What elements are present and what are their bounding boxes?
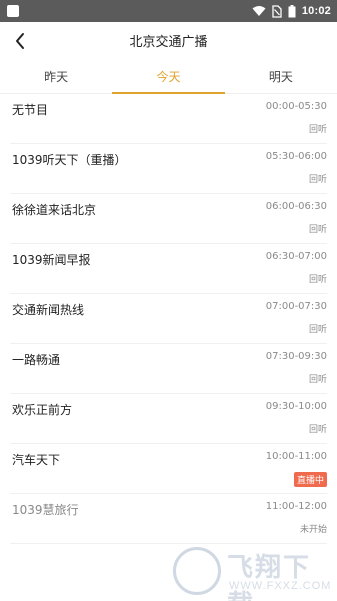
program-name: 一路畅通 — [12, 353, 61, 367]
app-header: 北京交通广播 — [0, 22, 337, 60]
program-time: 07:00-07:30 — [265, 301, 327, 312]
program-name: 汽车天下 — [12, 453, 61, 467]
program-name: 无节目 — [12, 103, 49, 117]
replay-label[interactable]: 回听 — [309, 172, 327, 185]
program-row[interactable]: 交通新闻热线 07:00-07:30 回听 — [10, 294, 327, 344]
tab-yesterday[interactable]: 昨天 — [0, 60, 112, 93]
wifi-icon — [252, 6, 266, 16]
program-time: 05:30-06:00 — [265, 151, 327, 162]
program-time: 09:30-10:00 — [265, 401, 327, 412]
program-time: 11:00-12:00 — [265, 501, 327, 512]
watermark-text: 飞翔下载 — [227, 553, 312, 601]
replay-label[interactable]: 回听 — [309, 222, 327, 235]
status-bar: 10:02 — [0, 0, 337, 22]
replay-label[interactable]: 回听 — [309, 272, 327, 285]
program-time: 00:00-05:30 — [265, 101, 327, 112]
notification-icon — [7, 5, 19, 17]
replay-label[interactable]: 回听 — [309, 372, 327, 385]
watermark-url: WWW.FXXZ.COM — [229, 580, 332, 592]
live-badge[interactable]: 直播中 — [293, 472, 327, 487]
program-name: 1039听天下（重播） — [12, 153, 127, 167]
tab-tomorrow[interactable]: 明天 — [225, 60, 337, 93]
program-name: 徐徐道来话北京 — [12, 203, 97, 217]
program-name: 欢乐正前方 — [12, 403, 73, 417]
program-time: 06:00-06:30 — [265, 201, 327, 212]
program-row[interactable]: 1039听天下（重播） 05:30-06:00 回听 — [10, 144, 327, 194]
upcoming-label: 未开始 — [299, 525, 327, 535]
replay-label[interactable]: 回听 — [309, 322, 327, 335]
program-time: 07:30-09:30 — [265, 351, 327, 362]
program-name: 1039慧旅行 — [12, 503, 79, 517]
program-row[interactable]: 1039新闻早报 06:30-07:00 回听 — [10, 244, 327, 294]
day-tabs: 昨天 今天 明天 — [0, 60, 337, 94]
program-list: 无节目 00:00-05:30 回听 1039听天下（重播） 05:30-06:… — [0, 94, 337, 544]
page-title: 北京交通广播 — [129, 35, 208, 50]
watermark-circle-icon — [173, 547, 221, 595]
status-icons: 10:02 — [252, 3, 331, 19]
program-row[interactable]: 一路畅通 07:30-09:30 回听 — [10, 344, 327, 394]
no-sim-icon — [272, 4, 282, 18]
program-time: 10:00-11:00 — [265, 451, 327, 462]
replay-label[interactable]: 回听 — [309, 122, 327, 135]
program-name: 交通新闻热线 — [12, 303, 85, 317]
program-row: 1039慧旅行 11:00-12:00 未开始 — [10, 494, 327, 544]
status-time: 10:02 — [301, 5, 331, 17]
battery-icon — [288, 4, 296, 17]
program-row[interactable]: 欢乐正前方 09:30-10:00 回听 — [10, 394, 327, 444]
watermark-logo: 飞翔下载 WWW.FXXZ.COM — [169, 543, 337, 601]
program-row[interactable]: 汽车天下 10:00-11:00 直播中 — [10, 444, 327, 494]
replay-label[interactable]: 回听 — [309, 422, 327, 435]
program-row[interactable]: 徐徐道来话北京 06:00-06:30 回听 — [10, 194, 327, 244]
tab-today[interactable]: 今天 — [112, 60, 225, 94]
program-time: 06:30-07:00 — [265, 251, 327, 262]
program-name: 1039新闻早报 — [12, 253, 91, 267]
program-row[interactable]: 无节目 00:00-05:30 回听 — [10, 94, 327, 144]
